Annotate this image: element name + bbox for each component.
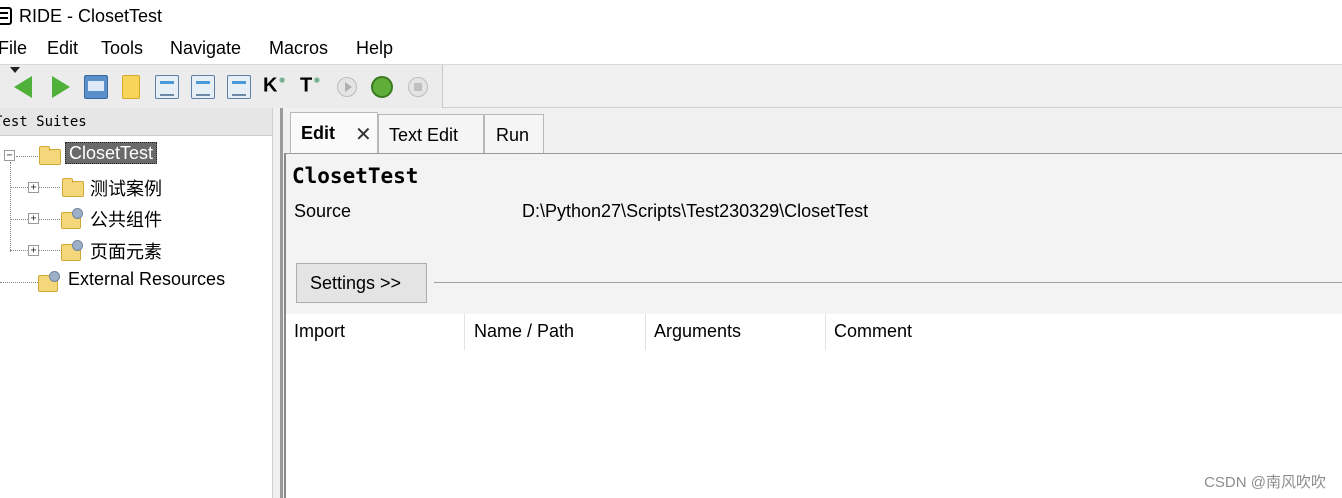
import-table-header: Import Name / Path Arguments Comment <box>286 314 1342 350</box>
stop-icon[interactable] <box>408 77 428 97</box>
debug-icon[interactable] <box>371 76 393 98</box>
tree-item-label: 测试案例 <box>90 179 162 199</box>
resource-folder-icon <box>61 208 83 229</box>
panel-splitter[interactable] <box>272 108 284 498</box>
tree-item-label: External Resources <box>68 269 226 289</box>
folder-icon <box>62 178 84 197</box>
source-label: Source <box>294 201 352 221</box>
column-header-import[interactable]: Import <box>286 314 465 350</box>
tree-item-label: 公共组件 <box>90 210 162 230</box>
tab-edit[interactable]: Edit ✕ <box>290 112 378 154</box>
toolbar-group: K⁕ T⁕ <box>0 65 443 108</box>
tree-item-external[interactable]: External Resources <box>68 269 225 295</box>
column-header-name-path[interactable]: Name / Path <box>466 314 646 350</box>
tree-line <box>16 156 38 157</box>
menu-tools[interactable]: Tools <box>101 38 143 59</box>
column-header-comment[interactable]: Comment <box>826 314 1342 350</box>
resource-folder-icon <box>38 271 60 292</box>
column-label: Arguments <box>654 321 742 341</box>
save-all-icon[interactable] <box>191 75 215 99</box>
title-bar: RIDE - ClosetTest <box>0 0 1342 34</box>
tab-label: Edit <box>301 123 335 143</box>
tree-item-label: ClosetTest <box>65 142 158 164</box>
watermark: CSDN @南风吹吹 <box>1204 474 1326 491</box>
collapse-toggle[interactable]: − <box>4 150 15 161</box>
menu-navigate[interactable]: Navigate <box>170 38 241 59</box>
settings-button-label: Settings >> <box>310 273 402 293</box>
resource-folder-icon <box>61 240 83 261</box>
folder-icon <box>39 146 61 165</box>
expand-toggle[interactable]: + <box>28 182 39 193</box>
tree-header: Test Suites <box>0 108 272 136</box>
suite-title: ClosetTest <box>292 164 419 188</box>
save-as-icon[interactable] <box>227 75 251 99</box>
column-header-arguments[interactable]: Arguments <box>646 314 826 350</box>
tree-item-child[interactable]: 公共组件 <box>90 206 162 232</box>
window-title: RIDE - ClosetTest <box>19 6 163 26</box>
toolbar-dropdown-icon[interactable] <box>10 67 20 73</box>
source-path: D:\Python27\Scripts\Test230329\ClosetTes… <box>522 201 869 221</box>
tab-text-edit[interactable]: Text Edit <box>378 114 484 154</box>
menu-bar: File Edit Tools Navigate Macros Help <box>0 36 1342 62</box>
tree-line <box>0 282 38 283</box>
expand-toggle[interactable]: + <box>28 213 39 224</box>
expand-toggle[interactable]: + <box>28 245 39 256</box>
column-label: Comment <box>834 321 913 341</box>
test-suites-tree: Test Suites − ClosetTest + 测试案例 + 公共组件 +… <box>0 108 272 498</box>
tab-label: Run <box>496 125 530 145</box>
back-icon[interactable] <box>14 76 32 98</box>
toolbar: K⁕ T⁕ <box>0 64 1342 108</box>
close-icon[interactable]: ✕ <box>355 122 372 147</box>
forward-icon[interactable] <box>52 76 70 98</box>
tree-item-label: 页面元素 <box>90 242 162 262</box>
open-icon[interactable] <box>84 75 108 99</box>
settings-button[interactable]: Settings >> <box>296 263 427 303</box>
app-icon <box>0 7 12 25</box>
test-letter: T <box>300 74 313 97</box>
menu-edit[interactable]: Edit <box>47 38 78 59</box>
tree-header-label: Test Suites <box>0 114 87 130</box>
new-icon[interactable] <box>122 75 140 99</box>
column-label: Import <box>294 321 346 341</box>
menu-help[interactable]: Help <box>356 38 393 59</box>
tab-strip: Edit ✕ Text Edit Run <box>284 108 1342 154</box>
tree-line <box>10 162 11 252</box>
keyword-letter: K <box>263 74 278 97</box>
run-icon[interactable] <box>337 77 357 97</box>
tree-item-root[interactable]: ClosetTest <box>65 142 158 169</box>
tree-item-child[interactable]: 测试案例 <box>90 175 162 201</box>
tab-run[interactable]: Run <box>484 114 544 154</box>
search-tests-icon[interactable]: T⁕ <box>300 74 321 98</box>
tab-label: Text Edit <box>389 125 459 145</box>
tree-item-child[interactable]: 页面元素 <box>90 238 162 264</box>
column-label: Name / Path <box>474 321 575 341</box>
menu-macros[interactable]: Macros <box>269 38 328 59</box>
suite-header: ClosetTest Source D:\Python27\Scripts\Te… <box>286 154 1342 314</box>
save-icon[interactable] <box>155 75 179 99</box>
divider <box>434 282 1342 283</box>
search-keywords-icon[interactable]: K⁕ <box>263 74 287 98</box>
menu-file[interactable]: File <box>0 38 27 59</box>
suite-editor: ClosetTest Source D:\Python27\Scripts\Te… <box>284 153 1342 498</box>
